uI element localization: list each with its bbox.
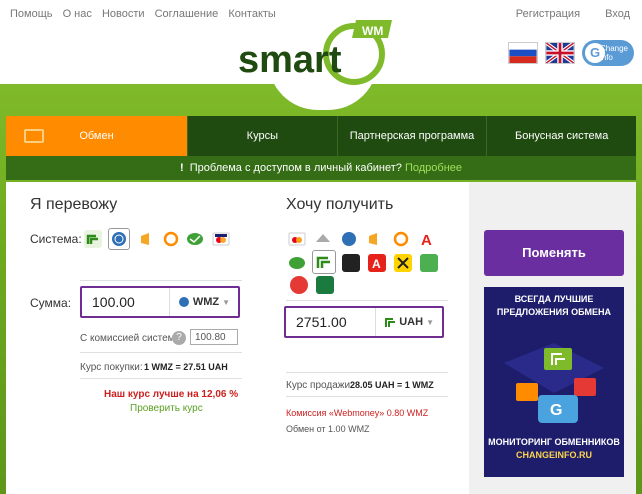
auth-links: Регистрация Вход — [494, 8, 630, 20]
better-rate-text: Наш курс лучше на 12,06 % — [104, 389, 239, 400]
language-switcher: G Change info — [508, 40, 634, 66]
yandex-money-icon[interactable] — [138, 230, 156, 248]
exchange-button[interactable]: Поменять — [484, 230, 624, 276]
red-circle-bank-icon[interactable] — [290, 276, 308, 294]
russian-flag-icon[interactable] — [508, 42, 538, 64]
tab-partner[interactable]: Партнерская программа — [336, 116, 487, 156]
sell-rate-value: 28.05 UAH = 1 WMZ — [350, 380, 434, 390]
change-info-button[interactable]: G Change info — [582, 40, 634, 66]
notice-bar: ! Проблема с доступом в личный кабинет? … — [6, 156, 636, 180]
logo-badge: WM — [362, 24, 383, 38]
banner-headline: ВСЕГДА ЛУЧШИЕ ПРЕДЛОЖЕНИЯ ОБМЕНА — [496, 294, 612, 317]
privat-icon[interactable] — [84, 230, 102, 248]
banner-monitoring: МОНИТОРИНГ ОБМЕННИКОВ — [488, 437, 620, 447]
nav-news[interactable]: Новости — [102, 8, 145, 20]
commission-value: 100.80 — [190, 329, 238, 345]
send-amount-field[interactable]: 100.00 WMZ ▼ — [80, 286, 240, 318]
main-menu: Обмен Курсы Партнерская программа Бонусн… — [6, 116, 636, 156]
send-amount-value: 100.00 — [92, 294, 135, 310]
changeinfo-banner[interactable]: ВСЕГДА ЛУЧШИЕ ПРЕДЛОЖЕНИЯ ОБМЕНА G МОНИТО… — [484, 287, 624, 477]
alfa-bank-icon[interactable]: A — [418, 230, 436, 249]
alfa-red-icon[interactable]: A — [368, 254, 386, 272]
banner-url: CHANGEINFO.RU — [516, 450, 592, 460]
visa-receive-icon[interactable] — [288, 230, 306, 248]
banner-illustration: G — [504, 343, 604, 423]
commission-webmoney: Комиссия «Webmoney» 0.80 WMZ — [286, 408, 429, 418]
tab-rates[interactable]: Курсы — [187, 116, 337, 156]
money-receive-icon[interactable] — [366, 230, 384, 248]
buy-rate-value: 1 WMZ = 27.51 UAH — [144, 362, 228, 372]
qiwi-receive-icon[interactable] — [392, 230, 410, 248]
amount-label: Сумма: — [30, 296, 72, 310]
buy-rate-label: Курс покупки: — [80, 362, 143, 373]
webmoney-receive-icon[interactable] — [340, 230, 358, 248]
send-title: Я перевожу — [30, 196, 118, 213]
notice-text: Проблема с доступом в личный кабинет? — [189, 162, 402, 174]
receive-amount-value: 2751.00 — [296, 314, 347, 330]
privat-receive-icon-selected[interactable] — [312, 250, 336, 274]
svg-text:A: A — [372, 257, 381, 271]
chevron-down-icon: ▼ — [426, 317, 434, 327]
nav-agreement[interactable]: Соглашение — [155, 8, 219, 20]
system-label: Система: — [30, 232, 82, 246]
receive-amount-field[interactable]: 2751.00 UAH ▼ — [284, 306, 444, 338]
logo-text: smart — [238, 39, 342, 81]
webmoney-small-icon — [178, 297, 189, 307]
sberbank-receive-icon[interactable] — [288, 254, 306, 272]
chevron-down-icon: ▼ — [222, 297, 230, 307]
sberbank-icon[interactable] — [186, 230, 204, 248]
min-exchange: Обмен от 1.00 WMZ — [286, 424, 370, 434]
check-rate-link[interactable]: Проверить курс — [130, 403, 203, 414]
green-square-bank-icon[interactable] — [316, 276, 334, 294]
change-info-icon: G — [585, 43, 605, 63]
send-currency-select[interactable]: WMZ ▼ — [168, 288, 238, 316]
privat-small-icon — [385, 318, 396, 327]
yandex-receive-icon[interactable] — [314, 230, 332, 248]
receive-currency-select[interactable]: UAH ▼ — [375, 308, 442, 336]
card-icon — [24, 129, 44, 143]
notice-more-link[interactable]: Подробнее — [405, 162, 462, 174]
nav-help[interactable]: Помощь — [10, 8, 53, 20]
english-flag-icon[interactable] — [545, 42, 575, 64]
visa-mastercard-icon[interactable] — [212, 230, 230, 248]
card-black-icon[interactable] — [342, 254, 360, 272]
tab-bonus[interactable]: Бонусная система — [486, 116, 636, 156]
receive-title: Хочу получить — [286, 196, 394, 213]
register-link[interactable]: Регистрация — [516, 8, 580, 20]
sell-rate-label: Курс продажи: — [286, 380, 353, 391]
commission-label: С комиссией системы: — [80, 333, 185, 344]
raiffeisen-icon[interactable] — [394, 254, 412, 272]
warning-icon: ! — [179, 162, 184, 174]
green-bank-icon[interactable] — [420, 254, 438, 272]
qiwi-icon[interactable] — [162, 230, 180, 248]
help-icon[interactable]: ? — [172, 331, 186, 345]
smart-wm-logo[interactable]: smart WM — [236, 14, 408, 106]
webmoney-icon[interactable] — [108, 228, 130, 250]
tab-exchange[interactable]: Обмен — [6, 116, 187, 156]
login-link[interactable]: Вход — [605, 8, 630, 20]
svg-text:A: A — [421, 232, 432, 248]
svg-text:G: G — [550, 402, 562, 419]
nav-about[interactable]: О нас — [63, 8, 92, 20]
